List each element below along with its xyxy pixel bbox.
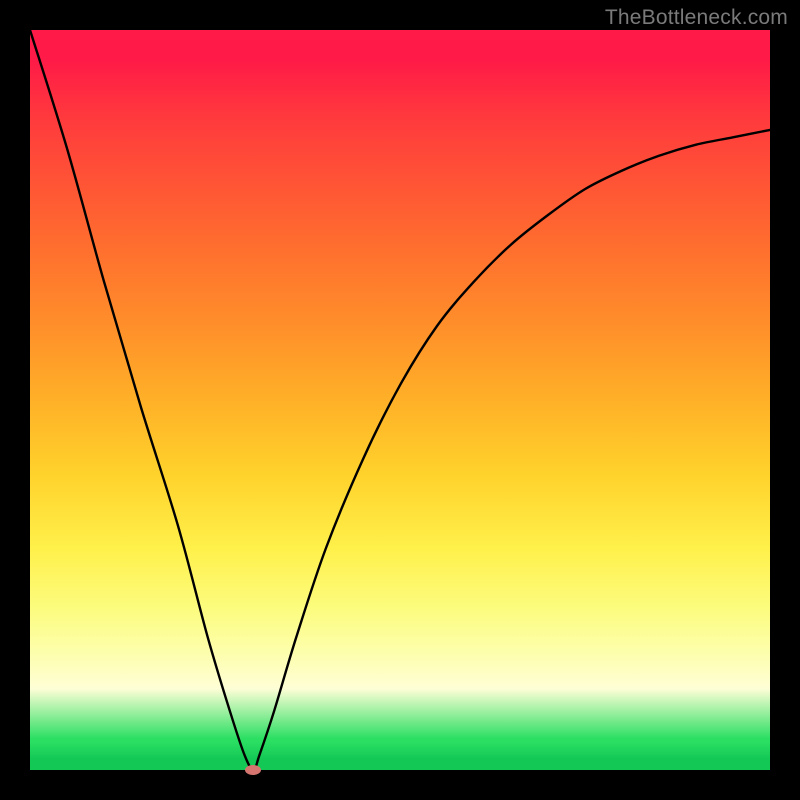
watermark-text: TheBottleneck.com (605, 6, 788, 30)
plot-area (30, 30, 770, 770)
bottleneck-curve (30, 30, 770, 770)
chart-frame: TheBottleneck.com (0, 0, 800, 800)
curve-svg (30, 30, 770, 770)
minimum-marker (245, 765, 261, 775)
